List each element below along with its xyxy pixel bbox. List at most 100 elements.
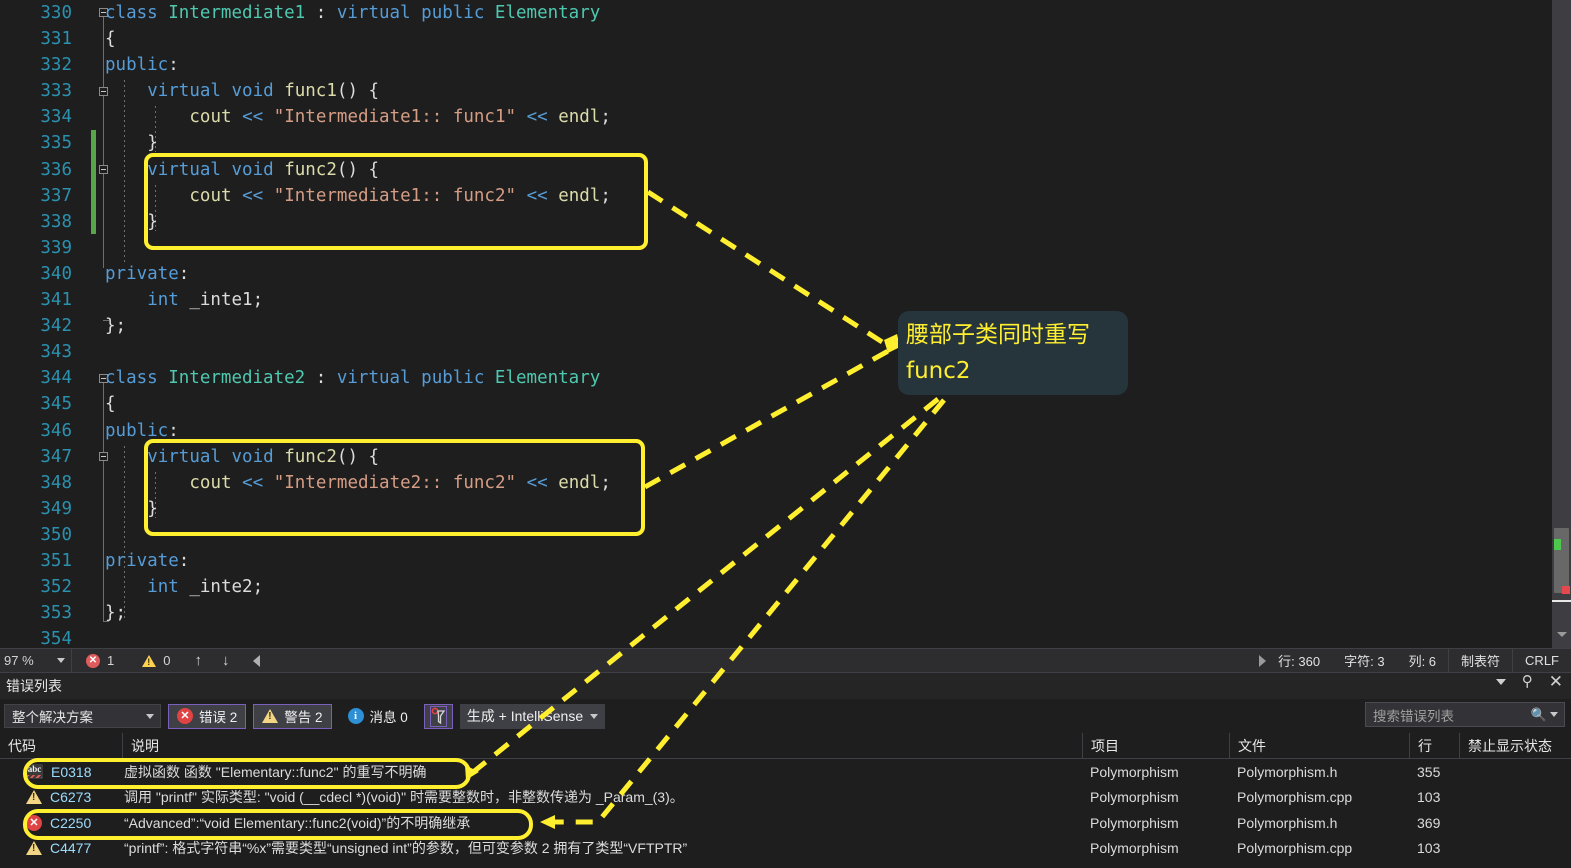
- errors-filter-toggle[interactable]: ✕ 错误 2: [168, 703, 247, 729]
- zoom-level-control[interactable]: 97 %: [0, 649, 72, 672]
- scrollbar-change-marker: [1554, 539, 1561, 550]
- filter-icon: [429, 705, 447, 727]
- row-description: “Advanced”:“void Elementary::func2(void)…: [124, 814, 471, 831]
- info-icon: i: [347, 708, 364, 724]
- code-line[interactable]: 332 public:: [0, 52, 1571, 78]
- filter-settings-button[interactable]: [423, 703, 453, 729]
- line-number: 351: [40, 550, 72, 571]
- scrollbar-thumb[interactable]: [1554, 528, 1569, 593]
- code-line[interactable]: 346 public:: [0, 418, 1571, 444]
- column-header[interactable]: 文件: [1229, 732, 1409, 759]
- panel-window-controls: ⚲ ✕: [1495, 673, 1563, 690]
- error-count-indicator[interactable]: ✕ 1: [72, 649, 128, 672]
- pin-icon[interactable]: ⚲: [1522, 674, 1533, 689]
- chevron-down-icon[interactable]: [146, 713, 154, 719]
- scope-filter-dropdown[interactable]: 整个解决方案: [4, 704, 161, 728]
- column-header[interactable]: 说明: [122, 732, 1082, 759]
- code-line[interactable]: 330 class Intermediate1 : virtual public …: [0, 0, 1571, 26]
- scrollbar-error-marker: [1562, 586, 1570, 594]
- line-content: class Intermediate1 : virtual public Ele…: [105, 3, 601, 23]
- code-line[interactable]: 342};: [0, 313, 1571, 339]
- code-line[interactable]: 340 private:: [0, 261, 1571, 287]
- table-row[interactable]: abc E0318 虚拟函数 函数 "Elementary::func2" 的重写不…: [0, 759, 1571, 785]
- code-line[interactable]: 333 virtual void func1() {: [0, 78, 1571, 104]
- code-line[interactable]: 331 {: [0, 26, 1571, 52]
- warnings-filter-toggle[interactable]: 警告 2: [253, 703, 332, 729]
- line-content: {: [105, 394, 116, 415]
- error-list-toolbar: 整个解决方案 ✕ 错误 2 警告 2 i 消息 0: [0, 700, 1571, 732]
- code-line[interactable]: 337 cout << "Intermediate1:: func2" << e…: [0, 183, 1571, 209]
- chevron-down-icon[interactable]: [590, 713, 599, 719]
- code-line[interactable]: 349 }: [0, 496, 1571, 522]
- messages-filter-toggle[interactable]: i 消息 0: [339, 704, 417, 729]
- code-line[interactable]: 345 {: [0, 391, 1571, 417]
- code-line[interactable]: 348 cout << "Intermediate2:: func2" << e…: [0, 470, 1571, 496]
- editor-vertical-scrollbar[interactable]: [1552, 0, 1571, 648]
- code-line[interactable]: 350: [0, 522, 1571, 548]
- row-line: 103: [1417, 840, 1441, 857]
- code-line[interactable]: 338 }: [0, 209, 1571, 235]
- code-line[interactable]: 334 cout << "Intermediate1:: func1" << e…: [0, 104, 1571, 130]
- row-code: E0318: [51, 763, 92, 780]
- column-header[interactable]: 项目: [1082, 732, 1229, 759]
- row-file: Polymorphism.h: [1237, 814, 1338, 831]
- row-code-cell: abc E0318: [0, 759, 122, 785]
- code-line[interactable]: 336 virtual void func2() {: [0, 157, 1571, 183]
- warning-icon: [26, 841, 42, 856]
- line-number: 330: [40, 3, 72, 23]
- chevron-down-icon[interactable]: [57, 658, 65, 663]
- code-line[interactable]: 344 class Intermediate2 : virtual public …: [0, 365, 1571, 391]
- code-line[interactable]: 352 int _inte2;: [0, 574, 1571, 600]
- row-code-cell: ✕ C2250: [0, 810, 122, 836]
- row-suppression: [1459, 785, 1571, 811]
- line-ending-indicator[interactable]: CRLF: [1512, 649, 1571, 672]
- line-content: private:: [105, 263, 190, 284]
- line-number: 338: [40, 211, 72, 232]
- code-line[interactable]: 354: [0, 626, 1571, 648]
- line-content: int _inte2;: [147, 577, 264, 598]
- column-header[interactable]: 行: [1409, 732, 1459, 759]
- errors-filter-label: 错误 2: [199, 710, 238, 725]
- error-list-title-bar: 错误列表 ⚲ ✕: [0, 673, 1571, 699]
- table-row[interactable]: C6273 调用 "printf" 实际类型: "void (__cdecl *)…: [0, 785, 1571, 811]
- line-indicator: 行: 360: [1278, 654, 1321, 669]
- line-number: 346: [40, 420, 72, 441]
- code-line[interactable]: 343: [0, 339, 1571, 365]
- warning-icon: [262, 709, 279, 723]
- search-error-list-input[interactable]: 搜索错误列表 🔍: [1365, 702, 1565, 727]
- code-line[interactable]: 335 }: [0, 130, 1571, 156]
- code-line[interactable]: 339: [0, 235, 1571, 261]
- line-number: 336: [40, 159, 72, 180]
- code-lines: 330 class Intermediate1 : virtual public …: [0, 0, 1571, 648]
- code-line[interactable]: 347 virtual void func2() {: [0, 444, 1571, 470]
- build-intellisense-dropdown[interactable]: 生成 + IntelliSense: [459, 703, 606, 729]
- error-list-column-headers: 代码 说明 项目 文件行禁止显示状态: [0, 732, 1571, 759]
- search-icon[interactable]: 🔍: [1531, 707, 1558, 723]
- line-number: 349: [40, 498, 72, 519]
- collapse-left-icon[interactable]: [253, 654, 261, 667]
- previous-issue-arrow-icon[interactable]: ↑: [184, 652, 212, 669]
- expand-right-icon[interactable]: [1259, 654, 1267, 667]
- warnings-filter-label: 警告 2: [284, 710, 323, 725]
- table-row[interactable]: C4477 “printf”: 格式字符串“%x”需要类型“unsigned in…: [0, 836, 1571, 862]
- column-header[interactable]: 禁止显示状态: [1459, 732, 1571, 759]
- code-line[interactable]: 353};: [0, 600, 1571, 626]
- scroll-down-arrow-icon[interactable]: [1557, 632, 1567, 637]
- warning-count-indicator[interactable]: 0: [128, 649, 184, 672]
- tab-mode-indicator[interactable]: 制表符: [1448, 649, 1512, 672]
- line-number: 353: [40, 603, 72, 624]
- line-number: 343: [40, 342, 72, 363]
- line-content: public:: [105, 55, 179, 76]
- row-project: Polymorphism: [1090, 763, 1179, 780]
- column-header[interactable]: 代码: [0, 733, 122, 759]
- table-row[interactable]: ✕ C2250 “Advanced”:“void Elementary::func2…: [0, 810, 1571, 836]
- close-icon[interactable]: ✕: [1549, 673, 1563, 690]
- row-code-cell: C4477: [0, 836, 122, 862]
- line-number: 350: [40, 524, 72, 545]
- code-line[interactable]: 341 int _inte1;: [0, 287, 1571, 313]
- line-number: 333: [40, 81, 72, 102]
- next-issue-arrow-icon[interactable]: ↓: [212, 652, 240, 669]
- code-editor[interactable]: 330 class Intermediate1 : virtual public …: [0, 0, 1571, 648]
- code-line[interactable]: 351 private:: [0, 548, 1571, 574]
- panel-menu-chevron-icon[interactable]: [1495, 679, 1506, 685]
